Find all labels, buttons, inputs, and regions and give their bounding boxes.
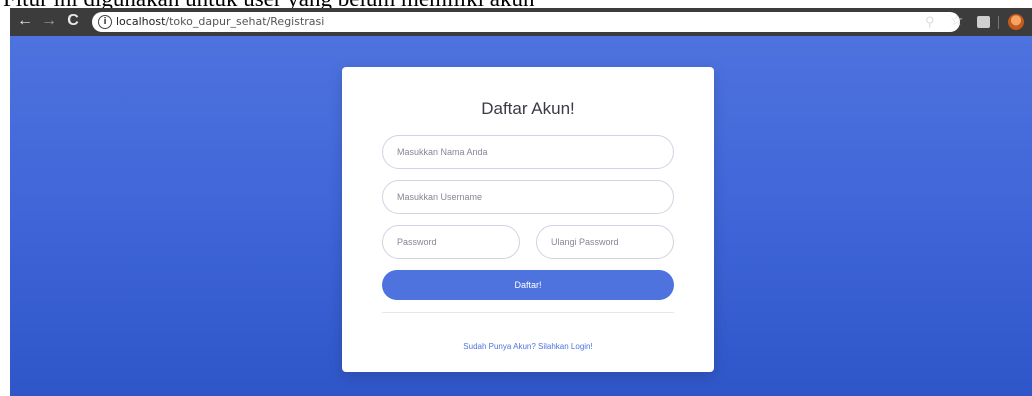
back-arrow-icon[interactable]: ← — [16, 10, 34, 32]
page-viewport: Daftar Akun! Daftar! Sudah Punya Akun? S… — [10, 36, 1032, 396]
extension-icon[interactable] — [977, 16, 990, 28]
profile-avatar[interactable] — [1008, 14, 1024, 30]
forward-arrow-icon[interactable]: → — [40, 10, 58, 32]
url-text[interactable]: localhost/toko_dapur_sehat/Registrasi — [116, 14, 324, 30]
zoom-icon[interactable]: ⚲ — [925, 13, 935, 31]
page-title: Daftar Akun! — [481, 99, 575, 118]
register-button[interactable]: Daftar! — [382, 270, 674, 300]
url-path: /toko_dapur_sehat/Registrasi — [165, 15, 325, 28]
toolbar-separator — [998, 16, 999, 29]
username-field[interactable] — [382, 180, 674, 214]
name-field[interactable] — [382, 135, 674, 169]
password-field[interactable] — [382, 225, 520, 259]
login-link[interactable]: Sudah Punya Akun? Silahkan Login! — [342, 342, 714, 351]
bookmark-star-icon[interactable]: ☆ — [950, 12, 963, 30]
reload-icon[interactable]: C — [64, 10, 82, 32]
password-input[interactable] — [383, 226, 519, 258]
repeat-password-field[interactable] — [536, 225, 674, 259]
divider — [382, 312, 674, 313]
address-bar[interactable]: i localhost/toko_dapur_sehat/Registrasi — [92, 12, 960, 32]
url-host: localhost — [116, 15, 166, 28]
info-icon[interactable]: i — [98, 15, 112, 29]
name-input[interactable] — [383, 136, 673, 168]
register-card: Daftar Akun! Daftar! Sudah Punya Akun? S… — [342, 67, 714, 372]
repeat-password-input[interactable] — [537, 226, 673, 258]
browser-toolbar: ← → C i localhost/toko_dapur_sehat/Regis… — [10, 8, 1032, 36]
username-input[interactable] — [383, 181, 673, 213]
